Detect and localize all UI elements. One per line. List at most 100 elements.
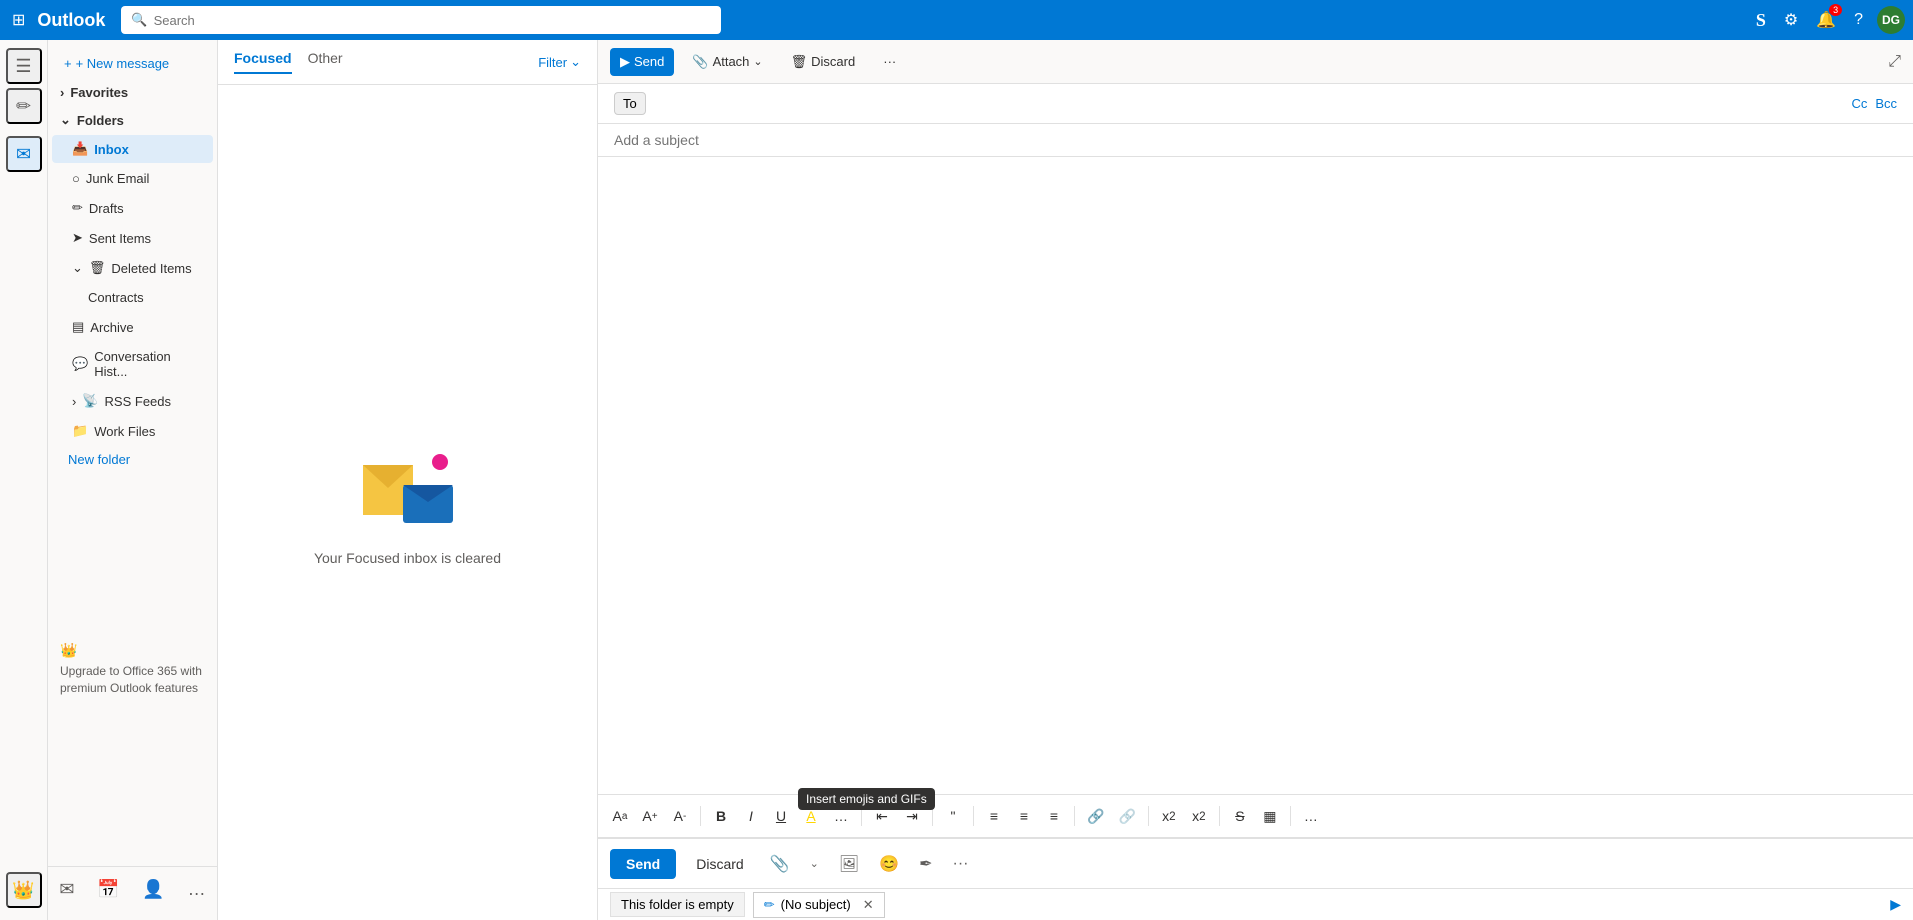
envelope-illustration bbox=[358, 440, 458, 530]
insert-inline-button[interactable]: ▦ bbox=[1256, 802, 1284, 830]
sent-icon: ➤ bbox=[72, 230, 83, 246]
tab-other[interactable]: Other bbox=[308, 50, 343, 74]
discard-toolbar-button[interactable]: 🗑 Discard bbox=[781, 48, 866, 76]
discard-icon: 🗑 bbox=[791, 54, 808, 70]
people-nav-button[interactable]: 👤 bbox=[134, 875, 172, 904]
underline-button[interactable]: U bbox=[767, 802, 795, 830]
skype-icon[interactable]: S bbox=[1752, 6, 1770, 35]
attach-toolbar-button[interactable]: 📎 Attach ⌄ bbox=[682, 48, 772, 76]
signature-icon[interactable]: ✒ bbox=[913, 850, 938, 878]
sidebar-item-drafts[interactable]: ✏ Drafts bbox=[52, 194, 213, 222]
draft-pencil-icon: ✏ bbox=[764, 897, 775, 913]
compose-subject-row bbox=[598, 124, 1913, 157]
emoji-bar-icon[interactable]: 😊 bbox=[873, 850, 905, 878]
bold-button[interactable]: B bbox=[707, 802, 735, 830]
folders-header[interactable]: ⌄ Folders bbox=[48, 106, 217, 134]
subscript-button[interactable]: x2 bbox=[1185, 802, 1213, 830]
send-toolbar-label: Send bbox=[634, 54, 664, 69]
chevron-right-icon: › bbox=[60, 85, 64, 100]
apps-icon[interactable]: ⊞ bbox=[8, 6, 29, 34]
favorites-header[interactable]: › Favorites bbox=[48, 79, 217, 106]
sidebar-item-workfiles[interactable]: 📁 Work Files bbox=[52, 417, 213, 445]
mail-nav-button[interactable]: ✉ bbox=[51, 875, 82, 904]
bell-badge: 3 bbox=[1829, 4, 1842, 16]
bcc-button[interactable]: Bcc bbox=[1875, 96, 1897, 111]
compose-body[interactable] bbox=[598, 157, 1913, 794]
sidebar-item-archive[interactable]: ▤ Archive bbox=[52, 313, 213, 341]
rss-icon: 📡 bbox=[82, 393, 98, 409]
draft-close-icon[interactable]: ✕ bbox=[863, 897, 874, 913]
align-right-button[interactable]: ≡ bbox=[1040, 802, 1068, 830]
attach-dropdown-icon[interactable]: ⌄ bbox=[804, 853, 825, 874]
upgrade-icon-button[interactable]: 👑 bbox=[6, 872, 42, 908]
more-icon: ··· bbox=[883, 54, 896, 69]
more-format-button[interactable]: … bbox=[1297, 802, 1325, 830]
strikethrough-button[interactable]: S bbox=[1226, 802, 1254, 830]
contracts-label: Contracts bbox=[88, 290, 144, 305]
subject-input[interactable] bbox=[614, 132, 1897, 148]
help-icon[interactable]: ? bbox=[1850, 7, 1867, 33]
italic-button[interactable]: I bbox=[737, 802, 765, 830]
link-button[interactable]: 🔗 bbox=[1081, 802, 1110, 830]
to-input[interactable] bbox=[654, 96, 1844, 112]
hamburger-button[interactable]: ☰ bbox=[6, 48, 42, 84]
avatar[interactable]: DG bbox=[1877, 6, 1905, 34]
rss-expand-icon: › bbox=[72, 394, 76, 409]
insert-image-icon[interactable]: 🖼 bbox=[833, 850, 865, 878]
sidebar-item-deleted[interactable]: ⌄ 🗑 Deleted Items bbox=[52, 254, 213, 282]
folder-empty-label: This folder is empty bbox=[621, 897, 734, 912]
search-input[interactable] bbox=[154, 13, 712, 28]
sidebar-item-junk[interactable]: ○ Junk Email bbox=[52, 165, 213, 192]
more-send-icon[interactable]: ··· bbox=[946, 851, 974, 877]
upgrade-section: 👑 Upgrade to Office 365 with premium Out… bbox=[48, 630, 217, 709]
new-message-button[interactable]: + + New message bbox=[56, 52, 177, 75]
expand-button[interactable]: ⤢ bbox=[1888, 53, 1901, 71]
status-bar-send-icon[interactable]: ▶ bbox=[1890, 896, 1901, 913]
more-nav-button[interactable]: … bbox=[180, 875, 214, 904]
chevron-down-icon2: ⌄ bbox=[72, 260, 83, 276]
new-message-icon-button[interactable]: ✏ bbox=[6, 88, 42, 124]
tab-focused[interactable]: Focused bbox=[234, 50, 292, 74]
new-folder-link[interactable]: New folder bbox=[48, 446, 217, 473]
sidebar-item-conversation[interactable]: 💬 Conversation Hist... bbox=[52, 343, 213, 385]
align-center-button[interactable]: ≡ bbox=[1010, 802, 1038, 830]
folder-empty-tab[interactable]: This folder is empty bbox=[610, 892, 745, 917]
style-button[interactable]: Aa bbox=[606, 802, 634, 830]
to-button[interactable]: To bbox=[614, 92, 646, 115]
align-left-button[interactable]: ≡ bbox=[980, 802, 1008, 830]
send-main-button[interactable]: Send bbox=[610, 849, 676, 879]
app-logo: Outlook bbox=[37, 10, 105, 31]
upgrade-icon: 👑 bbox=[60, 642, 77, 658]
font-size-down-button[interactable]: A- bbox=[666, 802, 694, 830]
drafts-icon: ✏ bbox=[72, 200, 83, 216]
message-list: Focused Other Filter ⌄ bbox=[218, 40, 598, 920]
sidebar-item-inbox[interactable]: 📥 Inbox bbox=[52, 135, 213, 163]
mail-icon-button[interactable]: ✉ bbox=[6, 136, 42, 172]
filter-button[interactable]: Filter ⌄ bbox=[538, 54, 581, 70]
archive-icon: ▤ bbox=[72, 319, 84, 335]
font-size-up-button[interactable]: A+ bbox=[636, 802, 664, 830]
superscript-button[interactable]: x2 bbox=[1155, 802, 1183, 830]
calendar-nav-button[interactable]: 📅 bbox=[89, 875, 127, 904]
send-toolbar-button[interactable]: ▶ Send bbox=[610, 48, 674, 76]
conversation-icon: 💬 bbox=[72, 356, 88, 372]
search-box[interactable]: 🔍 bbox=[121, 6, 721, 34]
draft-tab[interactable]: ✏ (No subject) ✕ bbox=[753, 892, 885, 918]
sidebar-item-contracts[interactable]: Contracts bbox=[52, 284, 213, 311]
discard-main-button[interactable]: Discard bbox=[684, 849, 755, 879]
more-toolbar-button[interactable]: ··· bbox=[873, 48, 906, 75]
settings-icon[interactable]: ⚙ bbox=[1780, 6, 1802, 34]
bell-icon[interactable]: 🔔3 bbox=[1812, 6, 1840, 34]
send-bar: Send Discard 📎 ⌄ 🖼 😊 ✒ ··· bbox=[598, 838, 1913, 888]
format-toolbar: Aa A+ A- B I U A … ⇤ ⇥ " ≡ ≡ ≡ 🔗 � bbox=[598, 794, 1913, 838]
filter-chevron-icon: ⌄ bbox=[570, 54, 581, 70]
compose-area: ▶ Send 📎 Attach ⌄ 🗑 Discard ··· ⤢ To Cc bbox=[598, 40, 1913, 920]
fmt-sep-7 bbox=[1219, 806, 1220, 826]
deleted-label: Deleted Items bbox=[111, 261, 191, 276]
sidebar-item-sent[interactable]: ➤ Sent Items bbox=[52, 224, 213, 252]
quote-button[interactable]: " bbox=[939, 802, 967, 830]
sidebar-item-rss[interactable]: › 📡 RSS Feeds bbox=[52, 387, 213, 415]
attach-bar-icon[interactable]: 📎 bbox=[764, 850, 796, 878]
unlink-button[interactable]: 🔗 bbox=[1112, 802, 1141, 830]
cc-button[interactable]: Cc bbox=[1851, 96, 1867, 111]
